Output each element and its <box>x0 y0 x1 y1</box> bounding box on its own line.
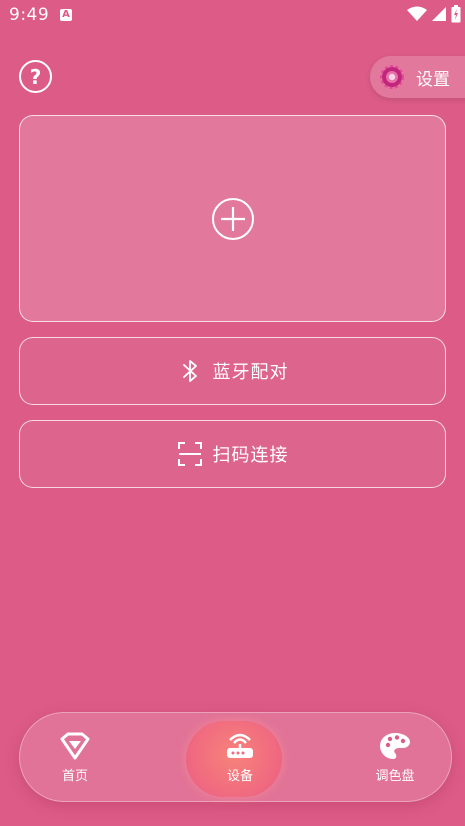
nav-home-label: 首页 <box>61 769 88 784</box>
bluetooth-pair-button[interactable]: 蓝牙配对 <box>19 337 446 405</box>
nav-device[interactable]: 设备 <box>185 713 295 803</box>
nav-palette-label: 调色盘 <box>375 769 415 784</box>
gear-icon <box>380 65 404 89</box>
status-time: 9:49 <box>9 5 50 25</box>
battery-icon <box>451 5 461 23</box>
plus-circle-icon <box>211 197 254 240</box>
bottom-nav: 首页 设备 调色盘 <box>19 712 452 802</box>
settings-label: 设置 <box>416 69 450 90</box>
help-button[interactable]: ? <box>19 60 52 93</box>
palette-icon <box>380 733 410 759</box>
status-bar: 9:49 A <box>0 0 465 32</box>
bluetooth-pair-label: 蓝牙配对 <box>212 362 289 383</box>
notification-icon: A <box>60 9 72 21</box>
home-logo-icon <box>60 732 90 760</box>
nav-device-label: 设备 <box>226 769 253 784</box>
wifi-icon <box>407 6 427 21</box>
settings-button[interactable]: 设置 <box>370 56 465 98</box>
signal-icon <box>432 7 446 21</box>
nav-home[interactable]: 首页 <box>20 713 130 803</box>
help-icon: ? <box>29 64 42 89</box>
scan-connect-label: 扫码连接 <box>212 445 289 466</box>
nav-palette[interactable]: 调色盘 <box>340 713 450 803</box>
scan-icon <box>177 442 202 466</box>
router-icon <box>227 733 253 758</box>
add-device-card[interactable] <box>19 115 446 322</box>
scan-connect-button[interactable]: 扫码连接 <box>19 420 446 488</box>
status-icons <box>407 5 461 23</box>
bluetooth-icon <box>182 360 197 382</box>
